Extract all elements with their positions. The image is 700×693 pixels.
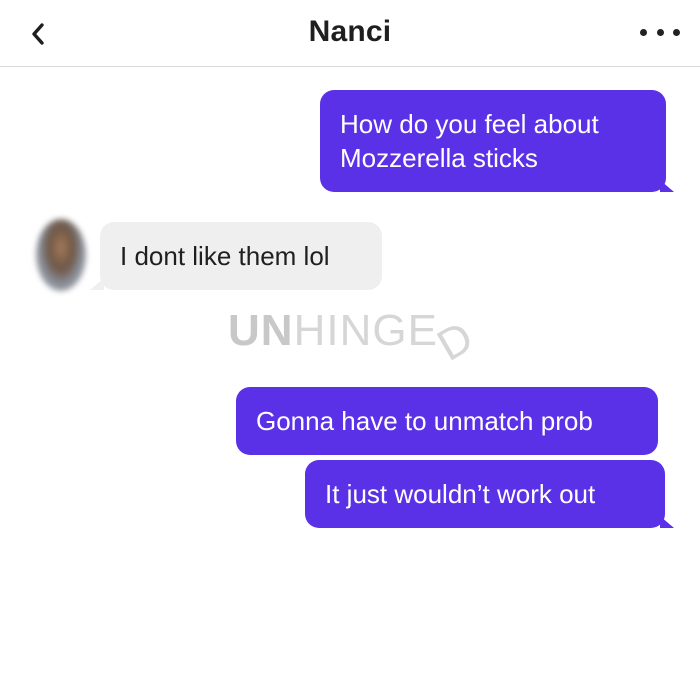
more-horizontal-icon [673, 28, 680, 36]
avatar[interactable] [36, 219, 86, 291]
more-horizontal-icon [640, 28, 647, 36]
message-outgoing[interactable]: It just wouldn’t work out [305, 460, 665, 528]
message-text: I dont like them lol [120, 241, 330, 271]
message-text: How do you feel about Mozzerella sticks [340, 109, 599, 173]
message-incoming[interactable]: I dont like them lol [100, 222, 382, 290]
message-text: Gonna have to unmatch prob [256, 406, 593, 436]
message-outgoing[interactable]: Gonna have to unmatch prob [236, 387, 658, 455]
bubble-tail [660, 516, 674, 528]
message-outgoing[interactable]: How do you feel about Mozzerella sticks [320, 90, 666, 192]
more-options-button[interactable] [640, 20, 680, 44]
bubble-tail [660, 180, 674, 192]
message-text: It just wouldn’t work out [325, 479, 596, 509]
more-horizontal-icon [656, 28, 664, 36]
watermark-light: HINGE [293, 306, 438, 355]
chat-title: Nanci [308, 15, 392, 48]
watermark-logo: UNHINGED [228, 306, 482, 371]
watermark-bold: UN [228, 306, 294, 355]
bubble-tail [90, 278, 104, 290]
chat-header: Nanci [0, 0, 700, 67]
